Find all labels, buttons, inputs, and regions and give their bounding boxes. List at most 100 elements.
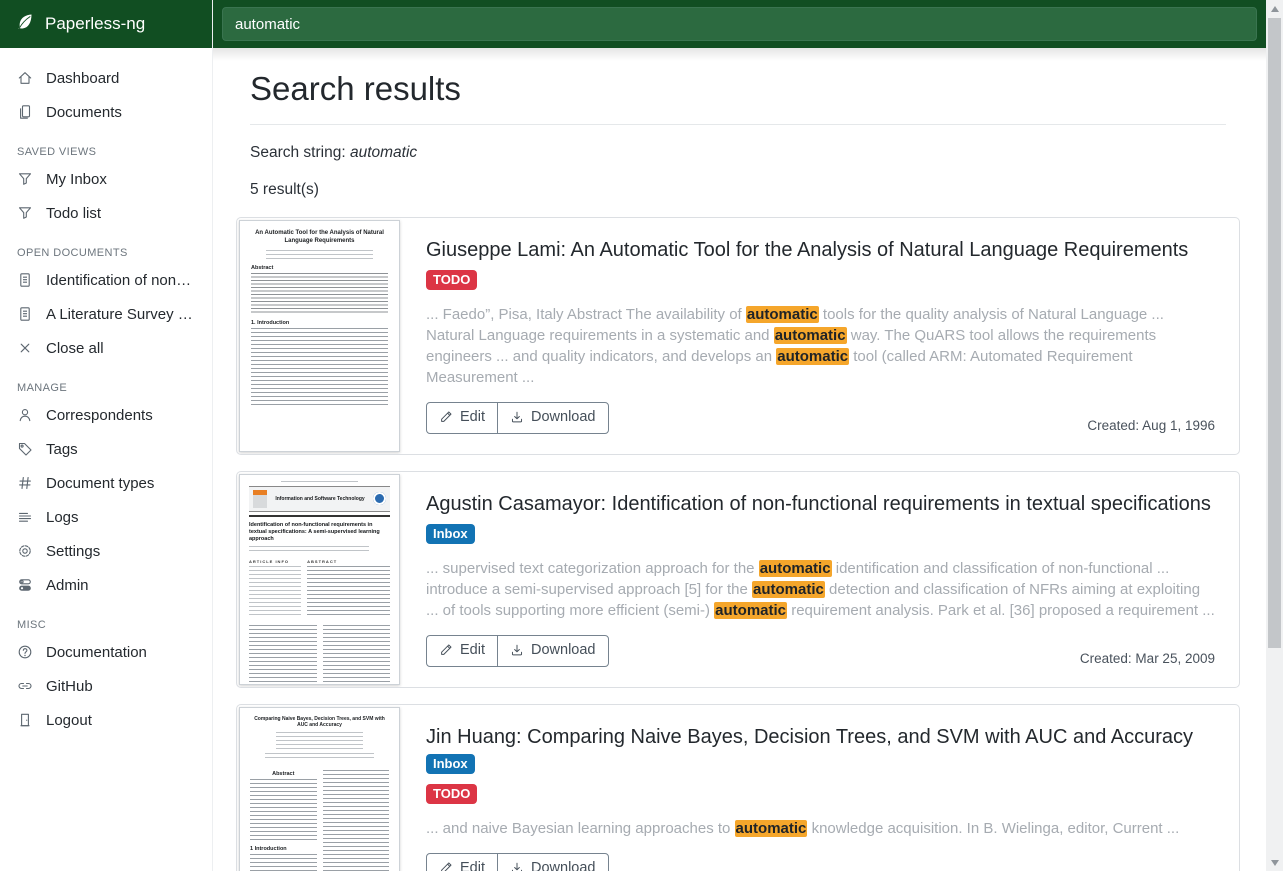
download-button[interactable]: Download [497, 853, 609, 871]
sidebar-item-admin[interactable]: Admin [0, 568, 212, 602]
result-body: Jin Huang: Comparing Naive Bayes, Decisi… [402, 705, 1239, 871]
search-string-value: automatic [350, 144, 417, 161]
action-button-group: Edit Download [426, 402, 609, 434]
pencil-icon [439, 410, 453, 424]
result-card: Comparing Naive Bayes, Decision Trees, a… [236, 704, 1240, 871]
brand-link[interactable]: Paperless-ng [0, 0, 212, 48]
tag-badge-todo[interactable]: TODO [426, 270, 477, 290]
sidebar-item-todo-list[interactable]: Todo list [0, 196, 212, 230]
door-icon [17, 712, 33, 728]
actions-row: Edit Download Created: Mar 25, 2009 [426, 635, 1215, 667]
actions-row: Edit Download Created: Nov 23, 2020 [426, 853, 1215, 871]
result-title-link[interactable]: Giuseppe Lami: An Automatic Tool for the… [426, 237, 1215, 264]
sidebar-item-logout[interactable]: Logout [0, 703, 212, 737]
documents-icon [17, 104, 33, 120]
sidebar-item-github[interactable]: GitHub [0, 669, 212, 703]
action-button-group: Edit Download [426, 853, 609, 871]
brand-label: Paperless-ng [45, 14, 145, 34]
link-icon [17, 678, 33, 694]
match-highlight: automatic [714, 602, 787, 619]
edit-button[interactable]: Edit [426, 402, 498, 434]
tag-badge-inbox[interactable]: Inbox [426, 754, 475, 774]
snippet-segment: ... Faedo”, Pisa, Italy Abstract The ava… [426, 306, 746, 323]
main-content: Search results Search string: automatic … [213, 48, 1266, 871]
created-date: Created: Aug 1, 1996 [1087, 418, 1215, 434]
sidebar-item-open-doc-1[interactable]: Identification of non-fu... [0, 263, 212, 297]
edit-button[interactable]: Edit [426, 853, 498, 871]
document-thumbnail[interactable]: Information and Software Technology Iden… [239, 474, 400, 685]
action-button-group: Edit Download [426, 635, 609, 667]
download-icon [510, 410, 524, 424]
snippet-segment: ... and naive Bayesian learning approach… [426, 820, 735, 837]
sidebar-item-document-types[interactable]: Document types [0, 466, 212, 500]
sidebar-item-tags[interactable]: Tags [0, 432, 212, 466]
result-body: Giuseppe Lami: An Automatic Tool for the… [402, 218, 1239, 454]
thumb-paper-title: Comparing Naive Bayes, Decision Trees, a… [250, 716, 389, 729]
section-saved-views: SAVED VIEWS [17, 146, 195, 158]
thumb-intro-heading: 1. Introduction [251, 320, 388, 326]
sidebar-item-logs[interactable]: Logs [0, 500, 212, 534]
match-highlight: automatic [759, 560, 832, 577]
up-arrow-icon [1271, 6, 1279, 12]
sidebar-item-my-inbox[interactable]: My Inbox [0, 162, 212, 196]
thumb-intro-heading: 1 Introduction [250, 846, 317, 852]
edit-button[interactable]: Edit [426, 635, 498, 667]
paperless-leaf-icon [15, 12, 35, 37]
section-manage: MANAGE [17, 382, 195, 394]
scrollbar-down-button[interactable] [1266, 854, 1283, 871]
result-list: An Automatic Tool for the Analysis of Na… [236, 217, 1240, 871]
result-card: An Automatic Tool for the Analysis of Na… [236, 217, 1240, 455]
sidebar-item-open-doc-2[interactable]: A Literature Survey on ... [0, 297, 212, 331]
snippet-segment: requirement analysis. Park et al. [36] p… [787, 602, 1215, 619]
toggles-icon [17, 577, 33, 593]
badge-row: TODO [426, 270, 1215, 291]
scrollbar-up-button[interactable] [1266, 0, 1283, 17]
title-divider [250, 124, 1226, 125]
result-title-link[interactable]: Jin Huang: Comparing Naive Bayes, Decisi… [426, 724, 1215, 778]
download-icon [510, 643, 524, 657]
match-highlight: automatic [774, 327, 847, 344]
document-thumbnail[interactable]: An Automatic Tool for the Analysis of Na… [239, 220, 400, 452]
document-thumbnail[interactable]: Comparing Naive Bayes, Decision Trees, a… [239, 707, 400, 871]
sidebar-item-documents[interactable]: Documents [0, 95, 212, 129]
search-input[interactable] [222, 7, 1257, 41]
tag-icon [17, 441, 33, 457]
section-open-documents: OPEN DOCUMENTS [17, 247, 195, 259]
top-navbar [213, 0, 1266, 48]
sidebar-item-dashboard[interactable]: Dashboard [0, 61, 212, 95]
thumb-journal-name: Information and Software Technology [271, 496, 369, 502]
result-snippet: ... supervised text categorization appro… [426, 558, 1215, 621]
question-circle-icon [17, 644, 33, 660]
thumb-abstract-caps: ABSTRACT [307, 559, 390, 564]
download-button[interactable]: Download [497, 402, 609, 434]
badge-row: Inbox [426, 524, 1215, 545]
down-arrow-icon [1271, 860, 1279, 866]
sidebar-item-correspondents[interactable]: Correspondents [0, 398, 212, 432]
journal-logo [373, 492, 386, 505]
sidebar-item-documentation[interactable]: Documentation [0, 635, 212, 669]
sidebar-item-close-all[interactable]: Close all [0, 331, 212, 365]
close-icon [17, 340, 33, 356]
tag-badge-inbox[interactable]: Inbox [426, 524, 475, 544]
match-highlight: automatic [735, 820, 808, 837]
person-icon [17, 407, 33, 423]
match-highlight: automatic [746, 306, 819, 323]
result-title-link[interactable]: Agustin Casamayor: Identification of non… [426, 491, 1215, 518]
pencil-icon [439, 861, 453, 871]
match-highlight: automatic [752, 581, 825, 598]
search-string-label: Search string: [250, 144, 346, 161]
sidebar-item-settings[interactable]: Settings [0, 534, 212, 568]
thumb-paper-title: An Automatic Tool for the Analysis of Na… [251, 230, 388, 245]
match-highlight: automatic [776, 348, 849, 365]
download-button[interactable]: Download [497, 635, 609, 667]
scrollbar-thumb[interactable] [1268, 18, 1281, 648]
vertical-scrollbar[interactable] [1266, 0, 1283, 871]
badge-row: TODO [426, 784, 1215, 805]
search-string-line: Search string: automatic [250, 144, 1226, 162]
page-title: Search results [250, 70, 1226, 108]
funnel-icon [17, 205, 33, 221]
created-date: Created: Mar 25, 2009 [1080, 651, 1215, 667]
result-body: Agustin Casamayor: Identification of non… [402, 472, 1239, 687]
tag-badge-todo[interactable]: TODO [426, 784, 477, 804]
section-misc: MISC [17, 619, 195, 631]
